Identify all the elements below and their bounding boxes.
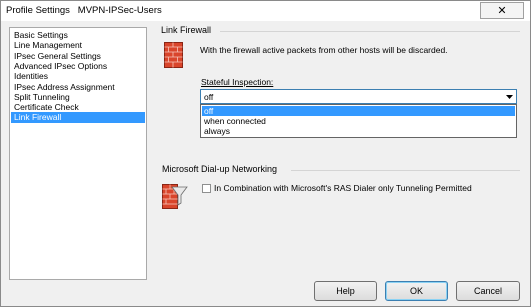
nav-item-split-tunneling[interactable]: Split Tunneling	[11, 92, 145, 102]
option-off[interactable]: off	[202, 106, 515, 116]
ok-button-label: OK	[409, 286, 423, 296]
window-title: Profile Settings MVPN-IPSec-Users	[6, 5, 162, 16]
dialup-section-title: Microsoft Dial-up Networking	[162, 164, 278, 174]
option-when-connected[interactable]: when connected	[202, 116, 515, 126]
help-button[interactable]: Help	[314, 281, 377, 301]
stateful-inspection-label: Stateful Inspection:	[201, 77, 274, 87]
profile-settings-dialog: Profile Settings MVPN-IPSec-Users ✕ Basi…	[0, 0, 531, 307]
cancel-button-label: Cancel	[473, 286, 502, 296]
option-always[interactable]: always	[202, 126, 515, 136]
firewall-icon	[164, 42, 183, 68]
stateful-inspection-dropdown: off when connected always	[200, 104, 517, 138]
cancel-button[interactable]: Cancel	[456, 281, 520, 301]
close-button[interactable]: ✕	[480, 2, 524, 19]
ok-button[interactable]: OK	[385, 281, 448, 301]
section-divider	[291, 170, 520, 171]
help-button-label: Help	[336, 286, 355, 296]
nav-item-ipsec-general-settings[interactable]: IPsec General Settings	[11, 51, 145, 61]
title-bar: Profile Settings MVPN-IPSec-Users ✕	[1, 1, 530, 21]
firewall-filter-icon	[162, 184, 188, 209]
nav-item-identities[interactable]: Identities	[11, 71, 145, 81]
ras-dialer-checkbox-label[interactable]: In Combination with Microsoft's RAS Dial…	[214, 183, 504, 194]
link-firewall-section-title: Link Firewall	[161, 25, 212, 35]
firewall-description: With the firewall active packets from ot…	[200, 45, 448, 55]
ras-dialer-checkbox[interactable]	[202, 184, 211, 193]
close-icon: ✕	[497, 5, 507, 17]
nav-item-basic-settings[interactable]: Basic Settings	[11, 30, 145, 40]
nav-item-ipsec-address-assignment[interactable]: IPsec Address Assignment	[11, 82, 145, 92]
nav-item-advanced-ipsec-options[interactable]: Advanced IPsec Options	[11, 61, 145, 71]
section-divider	[220, 31, 520, 32]
settings-nav-list: Basic Settings Line Management IPsec Gen…	[9, 27, 147, 280]
nav-item-certificate-check[interactable]: Certificate Check	[11, 102, 145, 112]
nav-item-link-firewall[interactable]: Link Firewall	[11, 112, 145, 123]
nav-item-line-management[interactable]: Line Management	[11, 40, 145, 50]
stateful-inspection-select[interactable]: off	[200, 89, 517, 104]
stateful-inspection-value: off	[204, 92, 214, 102]
chevron-down-icon[interactable]	[503, 91, 515, 102]
